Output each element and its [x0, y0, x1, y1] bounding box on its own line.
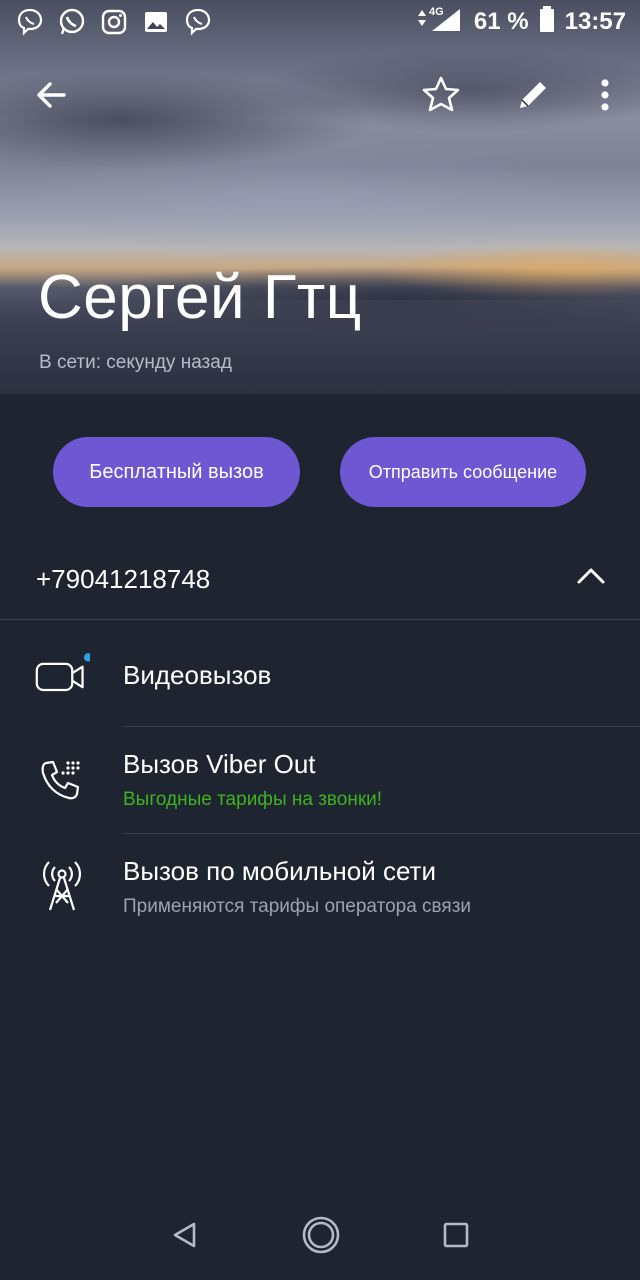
online-status: В сети: секунду назад	[39, 352, 232, 373]
notification-dot	[83, 653, 90, 662]
nav-home-icon[interactable]	[301, 1215, 341, 1260]
contact-name: Сергей Гтц	[38, 263, 362, 332]
edit-button[interactable]	[508, 70, 558, 120]
mobile-call-option[interactable]: Вызов по мобильной сети Применяются тари…	[0, 834, 640, 940]
send-message-button[interactable]: Отправить сообщение	[340, 437, 586, 507]
viber-icon	[182, 6, 214, 38]
gallery-icon	[140, 6, 172, 38]
back-button[interactable]	[26, 70, 76, 120]
chevron-up-icon[interactable]	[576, 566, 606, 591]
option-subtitle: Применяются тарифы оператора связи	[123, 896, 472, 917]
phone-number-row[interactable]: +79041218748	[0, 540, 640, 620]
viber-icon	[14, 6, 46, 38]
network-signal-icon: 4G	[414, 4, 464, 41]
option-title: Видеовызов	[123, 660, 272, 690]
clock: 13:57	[564, 8, 626, 35]
star-outline-icon	[422, 76, 460, 112]
status-bar: 4G 61 % 13:57	[0, 0, 640, 44]
option-title: Вызов по мобильной сети	[123, 856, 436, 886]
nav-back-icon[interactable]	[170, 1220, 200, 1255]
contact-cover-photo	[0, 0, 640, 394]
whatsapp-icon	[56, 6, 88, 38]
system-navigation-bar	[0, 1194, 640, 1280]
pencil-icon	[520, 82, 546, 108]
more-vertical-icon	[601, 79, 609, 111]
free-call-button[interactable]: Бесплатный вызов	[53, 437, 300, 507]
option-title: Вызов Viber Out	[123, 749, 316, 779]
favorite-button[interactable]	[416, 70, 466, 120]
battery-percent: 61 %	[473, 8, 529, 35]
cell-tower-icon	[34, 858, 90, 914]
option-subtitle: Выгодные тарифы на звонки!	[123, 789, 383, 810]
video-call-option[interactable]: Видеовызов	[0, 622, 640, 726]
instagram-icon	[98, 6, 130, 38]
network-type: 4G	[429, 6, 444, 18]
phone-number: +79041218748	[36, 564, 211, 594]
action-bar	[0, 64, 640, 124]
more-options-button[interactable]	[580, 70, 630, 120]
viber-out-option[interactable]: Вызов Viber Out Выгодные тарифы на звонк…	[0, 727, 640, 833]
arrow-left-icon	[37, 82, 66, 108]
nav-recents-icon[interactable]	[442, 1221, 470, 1254]
phone-out-icon	[34, 753, 90, 809]
battery-icon	[539, 5, 555, 40]
video-camera-icon	[34, 648, 90, 704]
